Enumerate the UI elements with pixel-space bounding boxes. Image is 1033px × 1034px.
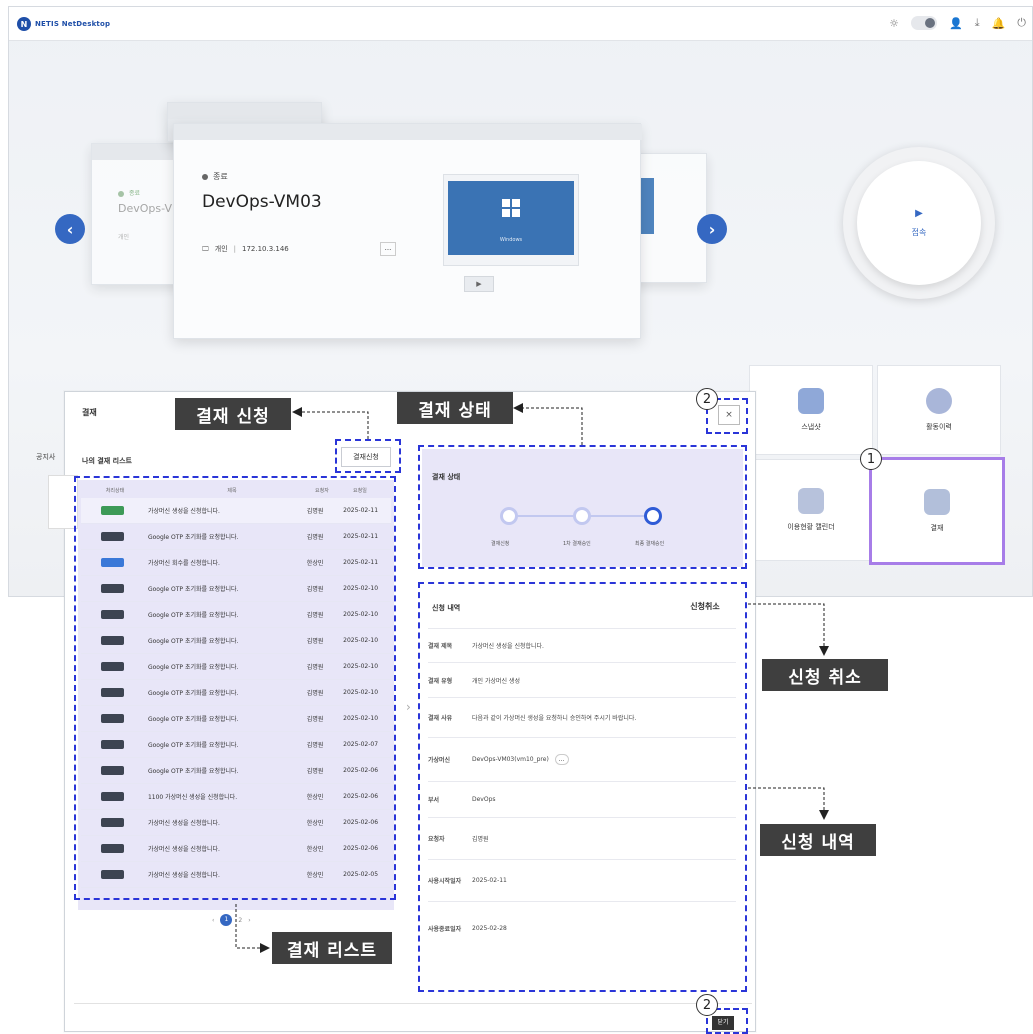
arrowhead-list <box>260 943 270 953</box>
marker-1: 1 <box>860 448 882 470</box>
arrow-request <box>300 411 369 439</box>
marker-2-top: 2 <box>696 388 718 410</box>
arrowhead-request <box>292 407 302 417</box>
arrowhead-details <box>819 810 829 820</box>
arrow-cancel <box>748 603 825 646</box>
arrowhead-cancel <box>819 646 829 656</box>
arrow-list <box>235 904 262 949</box>
arrowhead-status <box>513 403 523 413</box>
arrow-status <box>521 407 583 445</box>
arrow-details <box>748 787 825 810</box>
callout-arrows <box>235 403 829 953</box>
marker-2-bottom: 2 <box>696 994 718 1016</box>
